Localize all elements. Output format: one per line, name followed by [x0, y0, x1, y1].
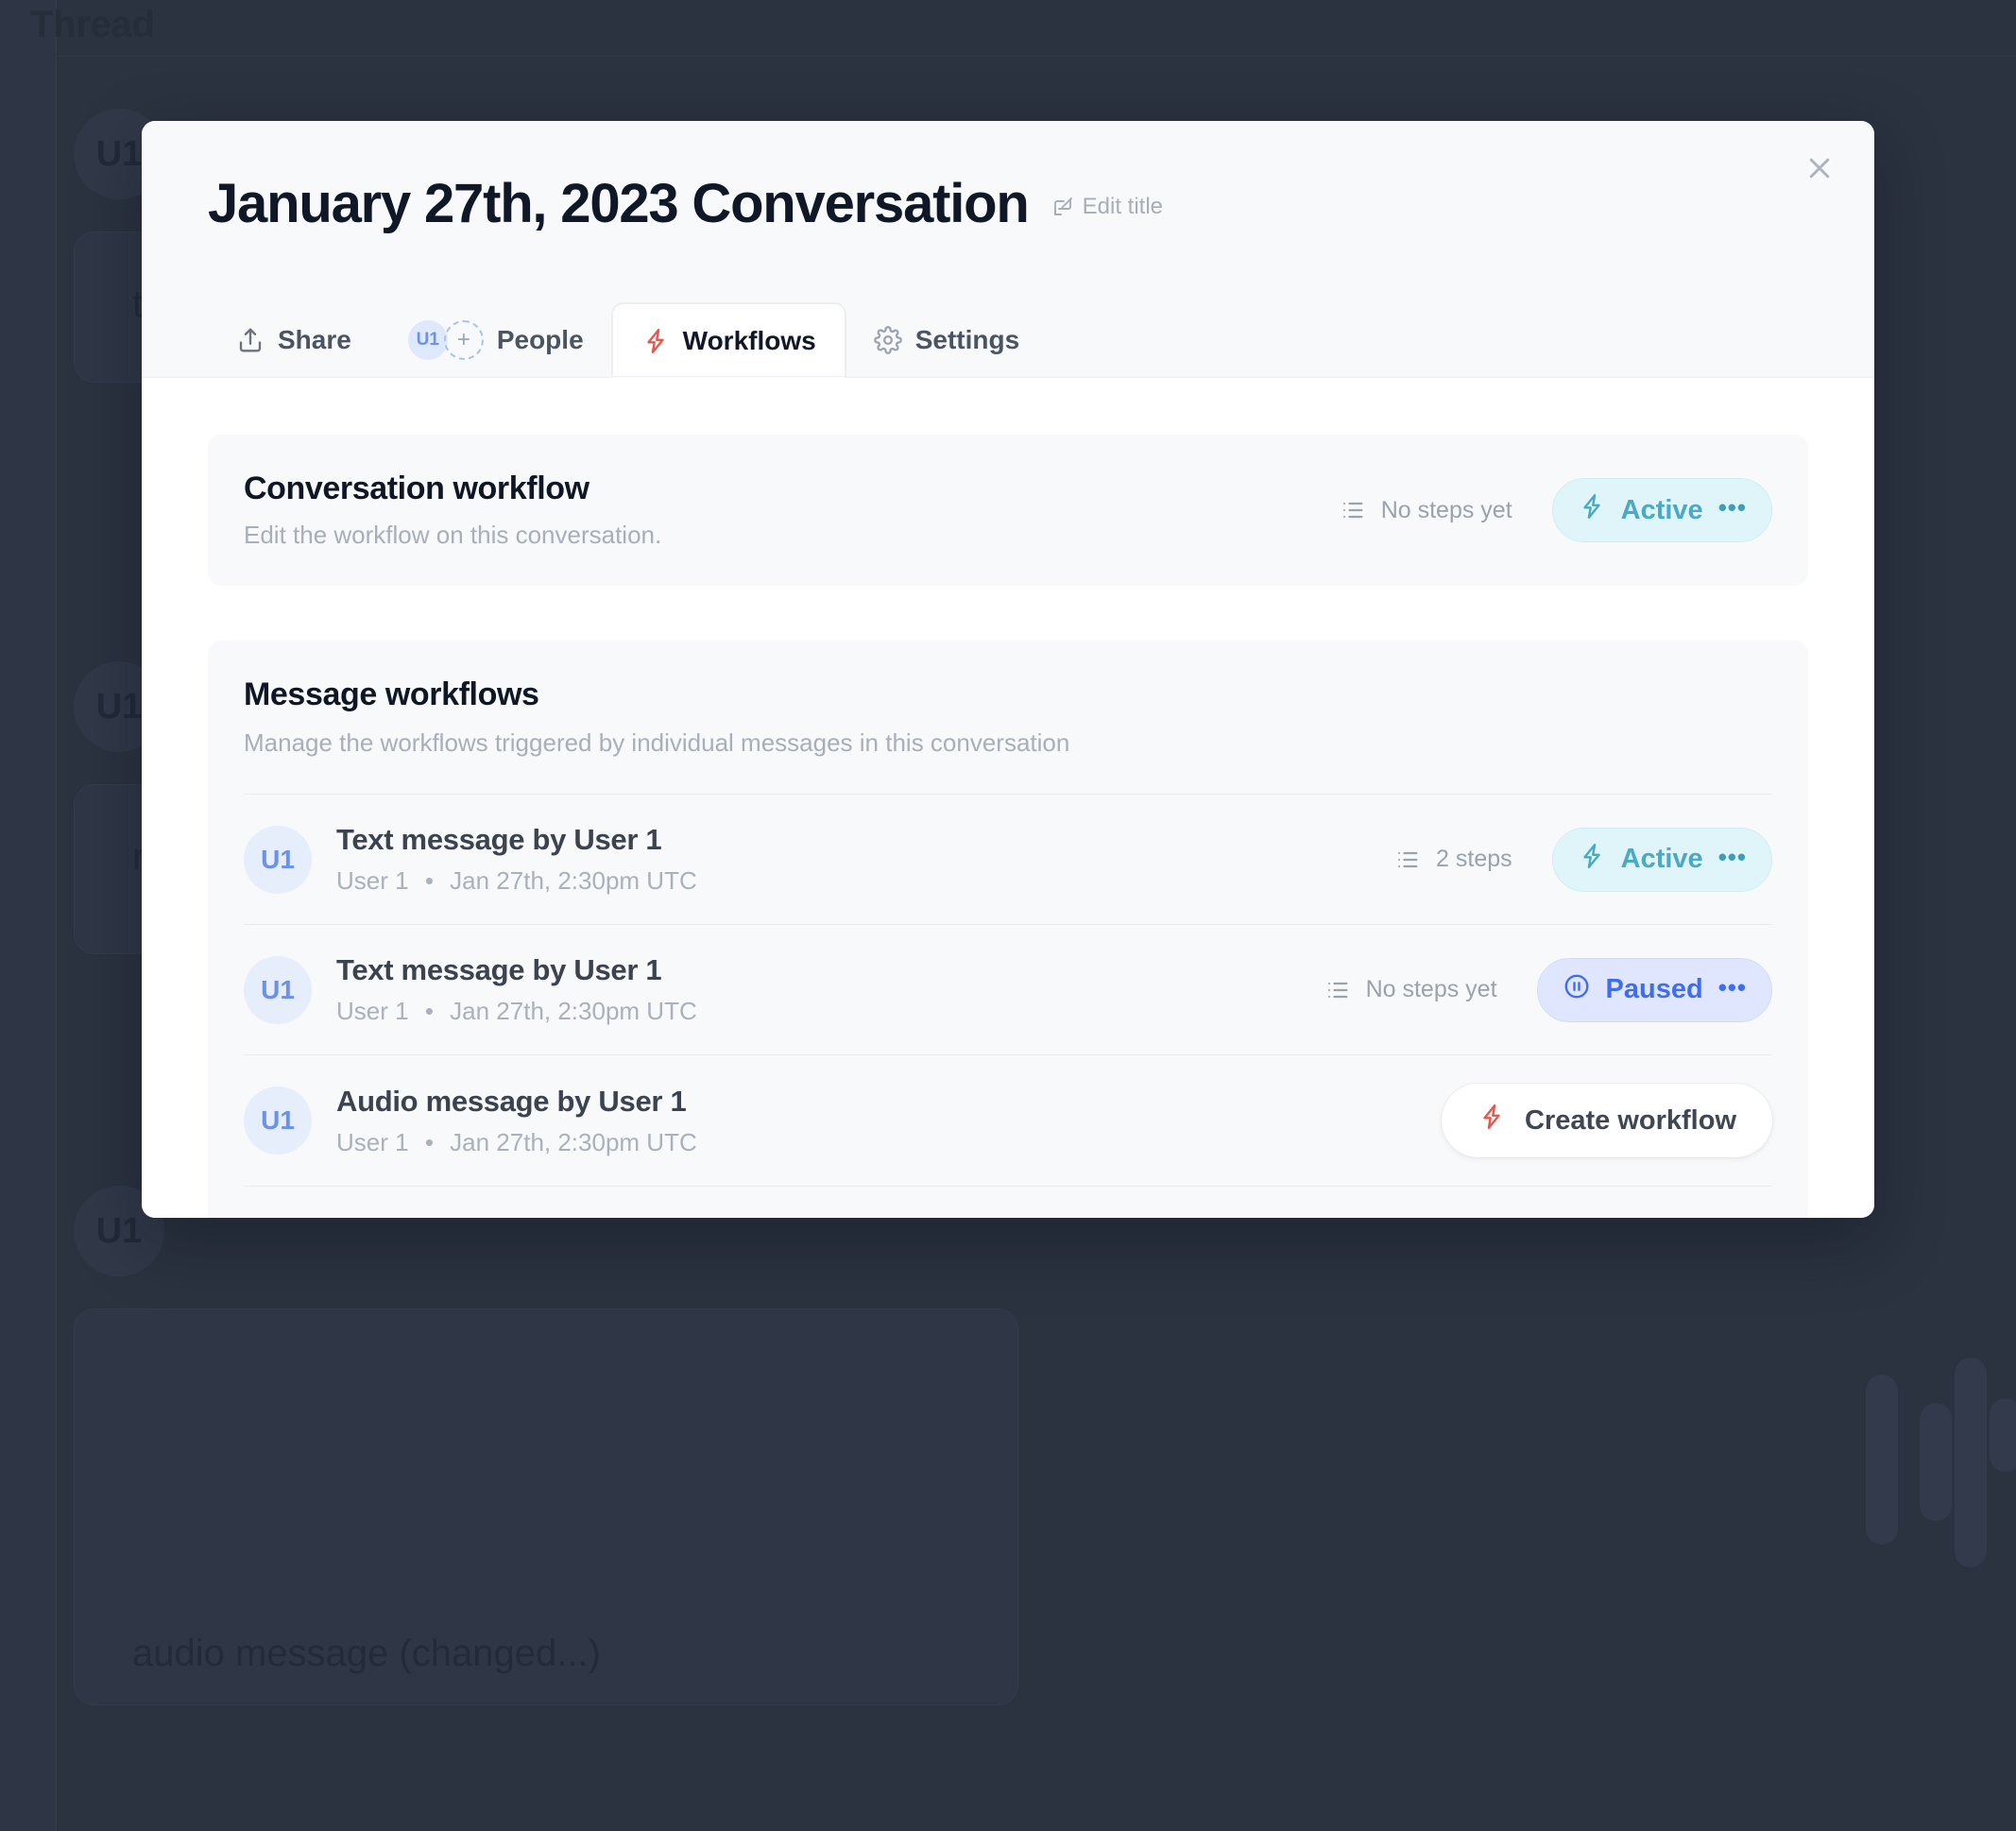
list-item[interactable]: U1 Audio message by User 1 User 1 • Jan … [244, 1054, 1772, 1186]
edit-title-label: Edit title [1082, 194, 1164, 219]
tab-people[interactable]: U1 + People [380, 302, 612, 377]
audio-waveform-bar [1955, 1358, 1987, 1567]
list-item-title: Text message by User 1 [336, 953, 662, 986]
avatar: U1 [244, 1217, 312, 1218]
tab-settings-label: Settings [914, 324, 1020, 354]
list-item-title: Text message by User 1 [336, 1215, 1324, 1218]
share-upload-icon [236, 326, 265, 354]
backdrop-thread-title: Thread [30, 4, 155, 45]
edit-pencil-square-icon [1051, 196, 1074, 218]
status-badge-paused[interactable]: Paused ••• [1536, 957, 1772, 1022]
steps-label: No steps yet [1365, 976, 1497, 1002]
avatar: U1 [407, 319, 448, 360]
list-item-meta: User 1 • Jan 27th, 2:30pm UTC [336, 997, 1324, 1026]
lightning-bolt-icon [641, 327, 670, 355]
list-item-timestamp: Jan 27th, 2:30pm UTC [450, 866, 697, 895]
status-badge-active[interactable]: Active ••• [1551, 478, 1772, 542]
message-workflows-list: U1 Text message by User 1 User 1 • Jan 2… [244, 794, 1772, 1218]
add-person-icon[interactable]: + [443, 319, 484, 360]
tab-workflows[interactable]: Workflows [611, 303, 846, 378]
list-icon [1324, 977, 1351, 1003]
list-item-meta: User 1 • Jan 27th, 2:30pm UTC [336, 866, 1394, 896]
create-workflow-label: Create workflow [1525, 1104, 1736, 1136]
modal-tabs: Share U1 + People Workflows Settings [208, 302, 1048, 378]
list-item-author: User 1 [336, 1127, 409, 1156]
avatar: U1 [244, 1087, 312, 1155]
message-workflows-subtitle: Manage the workflows triggered by indivi… [244, 728, 1070, 757]
audio-waveform-bar [1990, 1398, 2016, 1472]
list-item-text: Text message by User 1 User 1 • Jan 27th… [336, 823, 1394, 896]
lightning-bolt-icon [1578, 842, 1606, 878]
audio-waveform-bar [1920, 1403, 1952, 1521]
steps-label: No steps yet [1380, 496, 1512, 523]
modal-header: January 27th, 2023 Conversation Edit tit… [142, 121, 1874, 378]
list-item-author: User 1 [336, 866, 409, 895]
conversation-workflow-panel: Conversation workflow Edit the workflow … [208, 435, 1808, 586]
status-label: Paused [1605, 974, 1703, 1004]
tab-settings[interactable]: Settings [846, 302, 1048, 377]
message-workflows-panel: Message workflows Manage the workflows t… [208, 641, 1808, 1218]
tab-workflows-label: Workflows [682, 325, 816, 355]
status-label: Active [1620, 494, 1703, 525]
meta-separator: • [424, 997, 434, 1025]
edit-title-button[interactable]: Edit title [1051, 194, 1163, 220]
conversation-workflow-text: Conversation workflow Edit the workflow … [244, 471, 1340, 550]
list-item-actions: Create workflow [1442, 1084, 1772, 1157]
list-item-actions: No steps yet Paused ••• [1324, 957, 1772, 1022]
overflow-menu-icon[interactable]: ••• [1718, 845, 1747, 869]
conversation-details-modal: January 27th, 2023 Conversation Edit tit… [142, 121, 1874, 1218]
backdrop-topbar [57, 0, 2016, 57]
gear-icon [873, 325, 902, 354]
close-icon[interactable] [1799, 147, 1840, 189]
modal-body: Conversation workflow Edit the workflow … [142, 378, 1874, 1218]
conversation-workflow-row: Conversation workflow Edit the workflow … [244, 471, 1772, 550]
page-title: January 27th, 2023 Conversation [208, 173, 1030, 234]
lightning-bolt-icon [1478, 1103, 1506, 1138]
list-item-author: User 1 [336, 997, 409, 1025]
message-workflows-title: Message workflows [244, 676, 539, 712]
steps-indicator: No steps yet [1324, 976, 1497, 1003]
list-item-meta: User 1 • Jan 27th, 2:30pm UTC [336, 1128, 1442, 1157]
list-item-text: Text message by User 1 User 1 • Jan 27th… [336, 1215, 1324, 1218]
pause-circle-icon [1563, 972, 1591, 1008]
list-item-text: Text message by User 1 User 1 • Jan 27th… [336, 953, 1324, 1026]
overflow-menu-icon[interactable]: ••• [1718, 495, 1747, 520]
avatar: U1 [244, 955, 312, 1024]
steps-label: 2 steps [1436, 846, 1512, 872]
conversation-workflow-title: Conversation workflow [244, 471, 589, 506]
tab-share[interactable]: Share [208, 302, 380, 377]
tab-share-label: Share [278, 324, 351, 354]
backdrop-bubble-text: audio message (changed...) [132, 1633, 601, 1674]
audio-waveform-bar [1866, 1375, 1898, 1545]
list-icon [1394, 847, 1421, 873]
avatar: U1 [244, 825, 312, 894]
list-item-text: Audio message by User 1 User 1 • Jan 27t… [336, 1085, 1442, 1157]
meta-separator: • [424, 866, 434, 895]
steps-indicator: No steps yet [1340, 497, 1512, 524]
status-badge-active[interactable]: Active ••• [1551, 827, 1772, 892]
conversation-workflow-subtitle: Edit the workflow on this conversation. [244, 521, 662, 549]
title-row: January 27th, 2023 Conversation Edit tit… [142, 121, 1874, 233]
lightning-bolt-icon [1578, 492, 1606, 528]
status-label: Active [1620, 844, 1703, 874]
meta-separator: • [424, 1127, 434, 1156]
list-item-actions: 2 steps Active ••• [1394, 827, 1772, 892]
tab-people-label: People [496, 324, 584, 354]
list-item[interactable]: U1 Text message by User 1 User 1 • Jan 2… [244, 924, 1772, 1054]
steps-indicator: 2 steps [1394, 846, 1512, 873]
list-icon [1340, 497, 1366, 523]
list-item-timestamp: Jan 27th, 2:30pm UTC [450, 1127, 697, 1156]
create-workflow-button[interactable]: Create workflow [1442, 1084, 1772, 1157]
list-item-title: Audio message by User 1 [336, 1084, 687, 1118]
list-item[interactable]: U1 Text message by User 1 User 1 • Jan 2… [244, 794, 1772, 924]
list-item-title: Text message by User 1 [336, 823, 662, 856]
backdrop-sidebar-edge [0, 0, 57, 1831]
list-item-timestamp: Jan 27th, 2:30pm UTC [450, 997, 697, 1025]
people-avatars: U1 + [407, 319, 484, 360]
overflow-menu-icon[interactable]: ••• [1718, 975, 1747, 1000]
list-item[interactable]: U1 Text message by User 1 User 1 • Jan 2… [244, 1186, 1772, 1218]
